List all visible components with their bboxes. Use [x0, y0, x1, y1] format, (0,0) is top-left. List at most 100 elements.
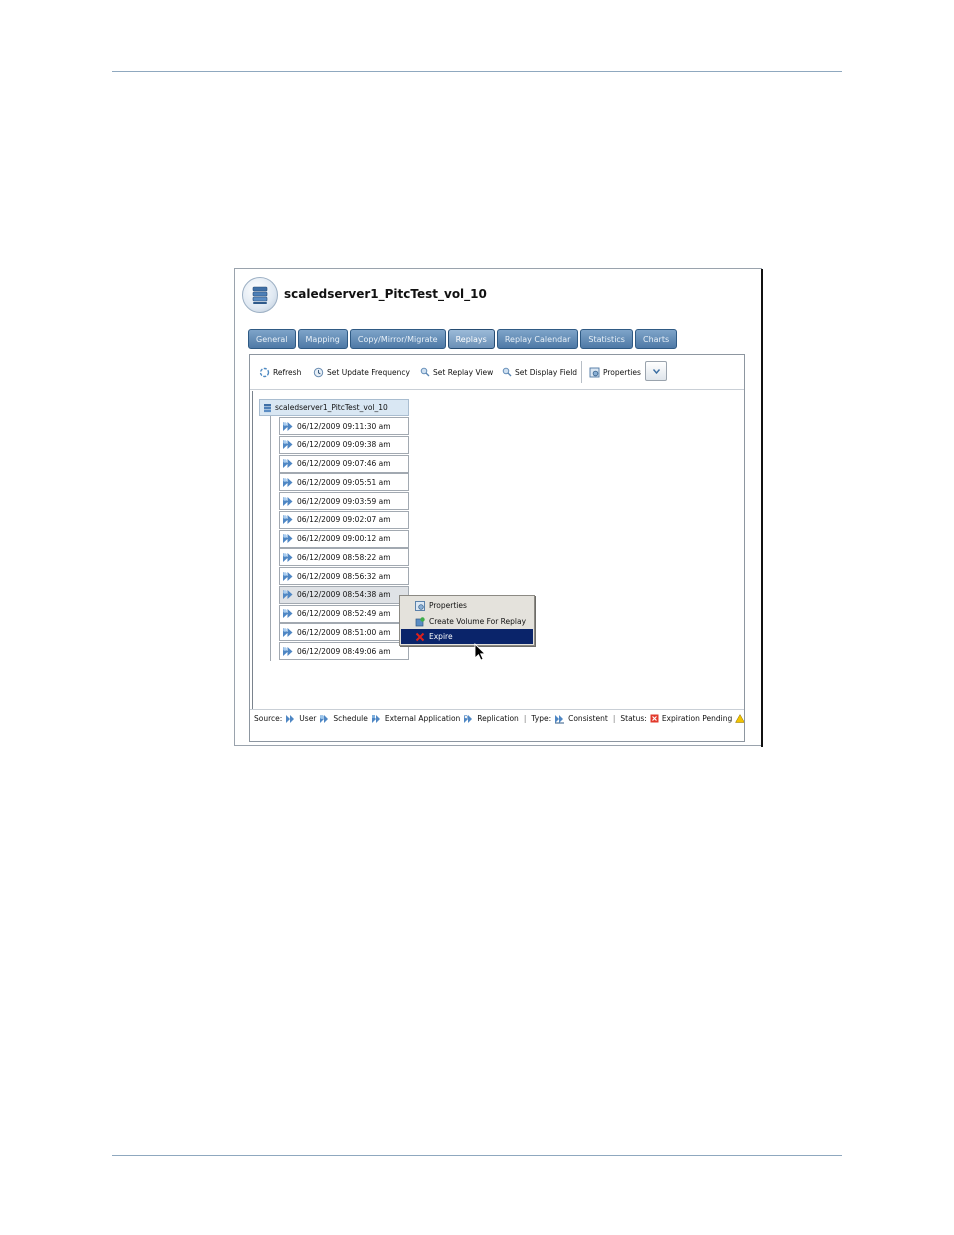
- set-display-field-label: Set Display Field: [515, 367, 578, 377]
- refresh-button[interactable]: Refresh: [259, 366, 301, 378]
- warning-icon: [735, 714, 744, 723]
- replay-icon: [282, 552, 294, 563]
- status-separator: |: [612, 714, 616, 723]
- menu-item-expire[interactable]: Expire: [401, 629, 533, 644]
- replay-row[interactable]: 06/12/2009 09:05:51 am: [279, 473, 409, 492]
- tab-general[interactable]: General: [248, 329, 296, 349]
- volume-icon: [242, 277, 278, 313]
- replay-timestamp: 06/12/2009 08:52:49 am: [297, 609, 391, 618]
- replay-timestamp: 06/12/2009 09:09:38 am: [297, 440, 391, 450]
- replay-view-icon: [420, 367, 430, 377]
- window-title: scaledserver1_PitcTest_vol_10: [284, 287, 487, 301]
- clock-icon: [313, 367, 324, 378]
- set-display-field-button[interactable]: Set Display Field: [502, 366, 577, 378]
- replay-icon: [282, 458, 294, 469]
- replay-row[interactable]: 06/12/2009 09:02:07 am: [279, 510, 409, 529]
- tab-replay-calendar[interactable]: Replay Calendar: [496, 329, 579, 349]
- external-application-label: External Application: [384, 714, 461, 723]
- menu-item-expire-label: Expire: [429, 632, 453, 641]
- consistent-label: Consistent: [568, 714, 608, 723]
- replay-list: 06/12/2009 09:11:30 am 06/12/2009 09:09:3…: [279, 417, 409, 661]
- replay-icon: [282, 496, 294, 507]
- replay-row[interactable]: 06/12/2009 08:52:49 am: [279, 604, 409, 623]
- set-update-frequency-button[interactable]: Set Update Frequency: [313, 366, 410, 378]
- volume-small-icon: [263, 403, 272, 413]
- toolbar: Refresh Set Update Frequency Set Replay …: [250, 355, 744, 390]
- replay-icon: [282, 589, 294, 600]
- replay-row[interactable]: 06/12/2009 08:56:32 am: [279, 567, 409, 585]
- replay-timestamp: 06/12/2009 09:00:12 am: [297, 534, 391, 543]
- status-separator: |: [523, 714, 527, 723]
- properties-button[interactable]: Properties: [589, 366, 641, 378]
- replay-row[interactable]: 06/12/2009 09:07:46 am: [279, 454, 409, 473]
- display-field-icon: [502, 367, 512, 377]
- menu-item-properties-label: Properties: [429, 601, 467, 610]
- tree-root-volume[interactable]: scaledserver1_PitcTest_vol_10: [259, 399, 409, 416]
- schedule-label: Schedule: [333, 714, 368, 723]
- expiration-pending-label: Expiration Pending: [661, 714, 733, 723]
- replay-icon: [282, 514, 294, 525]
- source-label: Source:: [254, 714, 283, 723]
- window-edge: [761, 269, 763, 747]
- replay-timestamp: 06/12/2009 08:56:32 am: [297, 571, 391, 581]
- tab-mapping[interactable]: Mapping: [297, 329, 348, 349]
- replay-timestamp: 06/12/2009 08:54:38 am: [297, 590, 391, 600]
- properties-icon: [589, 367, 600, 378]
- replay-timestamp: 06/12/2009 09:05:51 am: [297, 477, 391, 487]
- tab-copy-mirror-migrate[interactable]: Copy/Mirror/Migrate: [349, 329, 446, 349]
- replay-icon: [282, 627, 294, 638]
- toolbar-separator: [581, 361, 582, 383]
- properties-label: Properties: [603, 367, 641, 377]
- replay-icon: [282, 439, 294, 450]
- tree-root-label: scaledserver1_PitcTest_vol_10: [275, 403, 388, 412]
- replay-timestamp: 06/12/2009 09:07:46 am: [297, 459, 391, 468]
- chevron-down-icon: [652, 367, 661, 376]
- external-application-replay-icon: [371, 714, 382, 724]
- tab-charts[interactable]: Charts: [634, 329, 678, 349]
- properties-icon: [415, 600, 425, 611]
- expiration-pending-icon: [650, 714, 659, 723]
- set-update-frequency-label: Set Update Frequency: [327, 367, 410, 377]
- replay-timestamp: 06/12/2009 08:49:06 am: [297, 646, 391, 656]
- tab-bar: General Mapping Copy/Mirror/Migrate Repl…: [248, 329, 678, 351]
- footer-rule: [112, 1155, 842, 1156]
- replay-icon: [282, 421, 294, 432]
- refresh-icon: [259, 367, 270, 378]
- mouse-pointer-icon: [474, 642, 487, 665]
- replay-row[interactable]: 06/12/2009 09:09:38 am: [279, 435, 409, 454]
- toolbar-overflow-button[interactable]: [645, 361, 667, 381]
- replay-icon: [282, 608, 294, 619]
- replay-icon: [282, 533, 294, 544]
- schedule-replay-icon: [319, 714, 330, 724]
- replay-row[interactable]: 06/12/2009 09:03:59 am: [279, 492, 409, 510]
- user-replay-icon: [285, 714, 296, 724]
- replication-replay-icon: [463, 714, 474, 724]
- create-volume-icon: [415, 616, 425, 627]
- replay-row[interactable]: 06/12/2009 09:00:12 am: [279, 529, 409, 548]
- content-border: [252, 391, 253, 709]
- menu-item-properties[interactable]: Properties: [401, 598, 533, 613]
- replay-timestamp: 06/12/2009 09:03:59 am: [297, 496, 391, 506]
- tab-replays[interactable]: Replays: [447, 329, 495, 349]
- type-label: Type:: [531, 714, 552, 723]
- consistent-icon: [554, 714, 565, 724]
- replication-label: Replication: [477, 714, 519, 723]
- replay-row[interactable]: 06/12/2009 09:11:30 am: [279, 417, 409, 435]
- menu-item-create-volume-for-replay[interactable]: Create Volume For Replay: [401, 614, 533, 629]
- storage-center-window: scaledserver1_PitcTest_vol_10 General Ma…: [234, 268, 763, 747]
- replay-row[interactable]: 06/12/2009 08:49:06 am: [279, 642, 409, 660]
- set-replay-view-button[interactable]: Set Replay View: [420, 366, 493, 378]
- replay-timestamp: 06/12/2009 09:11:30 am: [297, 421, 391, 431]
- tree-connector: [270, 416, 271, 661]
- replay-icon: [282, 571, 294, 582]
- replay-icon: [282, 646, 294, 657]
- replay-row[interactable]: 06/12/2009 08:58:22 am: [279, 548, 409, 567]
- set-replay-view-label: Set Replay View: [433, 367, 494, 377]
- replays-panel: Refresh Set Update Frequency Set Replay …: [249, 354, 745, 742]
- replay-row[interactable]: 06/12/2009 08:51:00 am: [279, 623, 409, 642]
- replay-row[interactable]: 06/12/2009 08:54:38 am: [279, 585, 409, 604]
- red-x-icon: [415, 632, 425, 642]
- tab-statistics[interactable]: Statistics: [580, 329, 633, 349]
- context-menu: Properties Create Volume For Replay Expi…: [399, 595, 535, 646]
- status-bar: Source: User Schedule External Applicati…: [250, 709, 744, 727]
